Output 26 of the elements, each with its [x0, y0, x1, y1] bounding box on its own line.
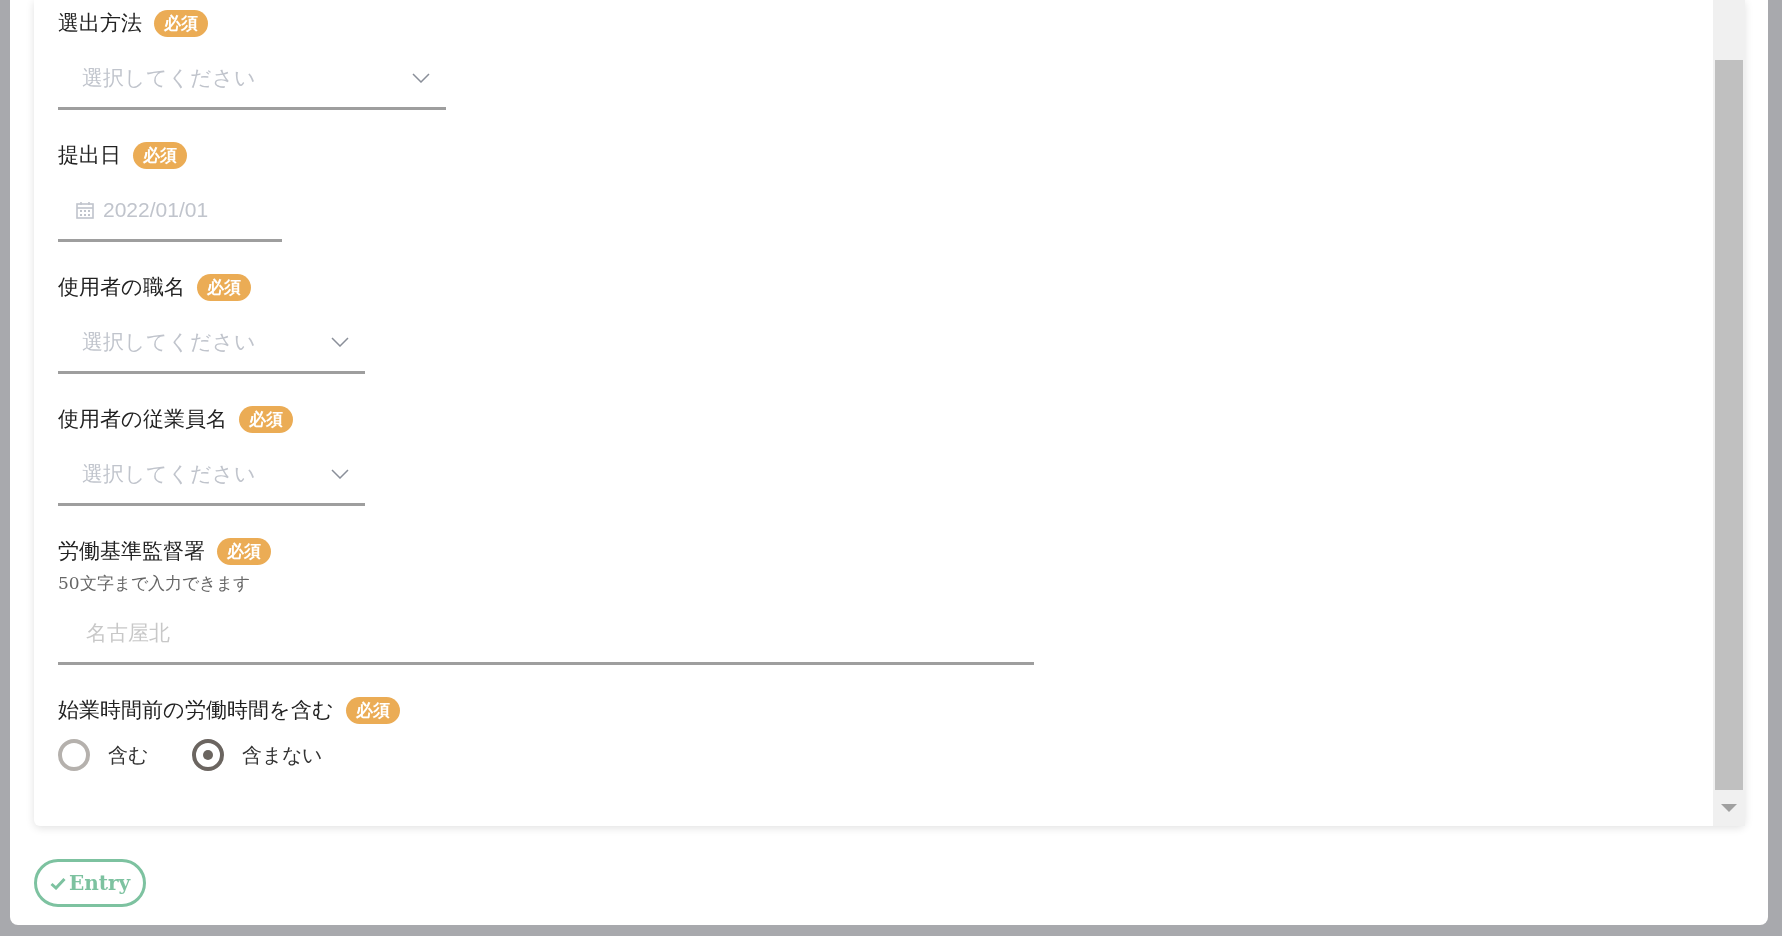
hint-text: 50文字まで入力できます: [58, 572, 251, 595]
required-badge: 必須: [346, 696, 400, 724]
radio-option[interactable]: 含む: [58, 739, 148, 771]
field-label: 提出日: [58, 142, 121, 169]
field-label: 使用者の職名: [58, 274, 185, 301]
field-label: 始業時間前の労働時間を含む: [58, 697, 334, 724]
calendar-icon: [75, 199, 95, 220]
required-badge: 必須: [197, 273, 251, 301]
select-field[interactable]: 選択してください: [58, 444, 365, 506]
entry-button[interactable]: Entry: [34, 859, 146, 907]
select-field[interactable]: 選択してください: [58, 48, 446, 110]
checkmark-icon: [49, 876, 66, 890]
chevron-down-icon: [331, 336, 349, 347]
select-field[interactable]: 選択してください: [58, 312, 365, 374]
radio-option[interactable]: 含まない: [192, 739, 322, 771]
chevron-down-icon: [412, 72, 430, 83]
field-label: 選出方法: [58, 10, 142, 37]
scrollbar[interactable]: [1713, 0, 1745, 826]
required-badge: 必須: [239, 405, 293, 433]
chevron-down-icon: [331, 468, 349, 479]
required-badge: 必須: [154, 9, 208, 37]
date-field[interactable]: 2022/01/01: [58, 180, 282, 242]
required-badge: 必須: [133, 141, 187, 169]
required-badge: 必須: [217, 537, 271, 565]
field-label: 労働基準監督署: [58, 538, 205, 565]
field-label: 使用者の従業員名: [58, 406, 227, 433]
